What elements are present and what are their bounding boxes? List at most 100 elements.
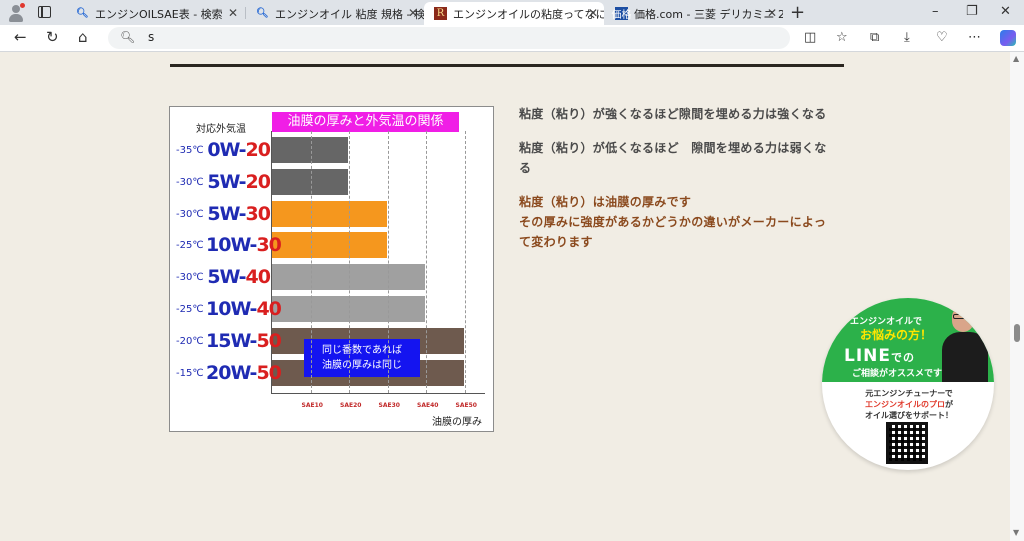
grade-viscosity: 30 [245, 202, 271, 225]
close-tab-icon[interactable]: ✕ [408, 6, 418, 20]
chart-temp-tick: -30℃ [176, 208, 204, 220]
chart-grade-label: 5W-40 [206, 266, 271, 289]
chart-x-tick: SAE50 [455, 402, 477, 409]
download-icon[interactable]: ⤓ [904, 30, 910, 45]
banner-recommend: ご相談がオススメです！ [852, 369, 952, 379]
performance-heart-icon[interactable]: ♡ [936, 30, 948, 45]
site-r-icon: R [434, 7, 447, 20]
chart-x-axis [271, 393, 485, 394]
favorites-star-icon[interactable]: ☆ [836, 30, 848, 45]
home-icon[interactable]: ⌂ [78, 28, 88, 46]
split-screen-icon[interactable]: ◫ [804, 30, 816, 45]
tab-actions-icon[interactable] [38, 6, 51, 18]
section-divider [170, 64, 844, 67]
tab-label: エンジンオイル 粘度 規格 - 検索 [275, 7, 424, 21]
chart-x-label: 油膜の厚み [432, 417, 482, 428]
browser-toolbar: ← ↻ ⌂ 🔍︎ s ◫ ☆ ⧉ ⤓ ♡ ⋯ [0, 25, 1024, 52]
page-scrollbar[interactable]: ▲ ▼ [1010, 52, 1024, 541]
paragraph-weak-viscosity: 粘度（粘り）が低くなるほど 隙間を埋める力は弱くな [519, 141, 827, 155]
chart-temp-tick: -25℃ [176, 240, 204, 252]
scroll-up-icon[interactable]: ▲ [1013, 54, 1019, 63]
banner-headline: お悩みの方！ [860, 328, 933, 342]
chart-note-line2: 油膜の厚みは同じ [322, 360, 402, 371]
grade-viscosity: 30 [256, 234, 281, 257]
grade-winter: 20W- [206, 361, 257, 384]
chart-grade-label: 10W-30 [206, 234, 282, 257]
grade-viscosity: 40 [256, 298, 281, 320]
chart-grade-label: 10W-40 [206, 298, 282, 320]
chart-temp-tick: -30℃ [176, 272, 204, 284]
close-window-icon[interactable]: ✕ [1000, 4, 1011, 19]
chart-gridline [426, 131, 427, 393]
close-tab-icon[interactable]: ✕ [767, 6, 777, 20]
search-icon: 🔍︎ [120, 30, 136, 44]
grade-winter: 15W- [206, 329, 257, 352]
scroll-down-icon[interactable]: ▼ [1013, 528, 1019, 537]
chart-gridline [349, 131, 350, 393]
tab-strip: 🔍︎ エンジンOILSAE表 - 検索 ✕ 🔍︎ エンジンオイル 粘度 規格 -… [0, 0, 1024, 25]
chart-gridline [310, 131, 312, 393]
more-menu-icon[interactable]: ⋯ [968, 30, 981, 45]
tab-viscosity-search[interactable]: 🔍︎ エンジンオイル 粘度 規格 - 検索 ✕ [246, 2, 424, 25]
tab-kakaku[interactable]: 価格 価格.com - 三菱 デリカミニ 2023年 ✕ [605, 2, 784, 25]
chart-temp-tick: -15℃ [176, 367, 204, 379]
tab-label: 価格.com - 三菱 デリカミニ 2023年 [634, 7, 783, 21]
chart-grade-label: 5W-30 [206, 202, 271, 225]
chart-grade-label: 20W-50 [206, 361, 282, 384]
search-icon: 🔍︎ [76, 8, 89, 19]
collections-icon[interactable]: ⧉ [870, 30, 879, 45]
banner-description: 元エンジンチューナーで エンジンオイルのプロが オイル選びをサポート！ [844, 388, 974, 421]
chart-title: 油膜の厚みと外気温の関係 [272, 112, 459, 132]
line-brand: LINE [844, 346, 891, 366]
banner-desc-line2: エンジンオイルのプロが [844, 399, 974, 410]
chart-temp-tick: -25℃ [176, 304, 204, 315]
tab-oil-article[interactable]: R エンジンオイルの粘度ってなに？正しい ✕ [424, 2, 604, 25]
close-tab-icon[interactable]: ✕ [228, 6, 238, 20]
profile-avatar-icon[interactable] [6, 3, 26, 23]
advisor-photo [940, 302, 990, 382]
grade-winter: 10W- [206, 234, 257, 257]
paragraph-maker-difference-end: て変わります [519, 235, 593, 249]
grade-viscosity: 20 [245, 139, 271, 161]
tab-sae-search[interactable]: 🔍︎ エンジンOILSAE表 - 検索 ✕ [66, 2, 244, 25]
grade-winter: 0W- [207, 139, 246, 161]
grade-winter: 5W- [207, 266, 246, 289]
restore-icon[interactable]: ❐ [966, 4, 978, 19]
banner-desc-line1: 元エンジンチューナーで [865, 389, 953, 398]
chart-bar [272, 232, 387, 259]
address-input[interactable]: s [148, 30, 154, 44]
chart-note: 同じ番数であれば 油膜の厚みは同じ [304, 339, 420, 377]
grade-viscosity: 40 [245, 266, 271, 289]
tab-label: エンジンOILSAE表 - 検索 [95, 7, 223, 21]
viscosity-chart: 対応外気温 油膜の厚みと外気温の関係 油膜の厚み 同じ番数であれば 油膜の厚みは… [169, 106, 494, 432]
minimize-icon[interactable]: – [932, 4, 939, 19]
banner-desc-rest: が [945, 400, 953, 409]
kakaku-icon: 価格 [612, 7, 632, 21]
close-tab-icon[interactable]: ✕ [588, 6, 598, 20]
chart-x-tick: SAE20 [340, 402, 362, 409]
paragraph-weak-viscosity-end: る [519, 161, 532, 175]
line-consult-banner[interactable]: エンジンオイルで お悩みの方！ LINEでの ご相談がオススメです！ 元エンジン… [822, 298, 994, 470]
banner-line-text: LINEでの [844, 346, 915, 366]
qr-code-icon[interactable] [886, 422, 928, 464]
paragraph-maker-difference: その厚みに強度があるかどうかの違いがメーカーによっ [519, 215, 827, 229]
chart-x-tick: SAE30 [378, 402, 400, 409]
chart-grade-label: 5W-20 [206, 171, 271, 193]
refresh-icon[interactable]: ↻ [46, 28, 59, 46]
grade-viscosity: 50 [256, 361, 281, 384]
chart-gridline [464, 131, 466, 393]
banner-desc-line3: オイル選びをサポート！ [865, 411, 953, 420]
chart-note-line1: 同じ番数であれば [322, 345, 402, 356]
back-arrow-icon[interactable]: ← [14, 28, 27, 46]
chart-gridline [387, 131, 389, 393]
scrollbar-thumb[interactable] [1014, 324, 1020, 342]
chart-x-tick: SAE10 [301, 402, 323, 409]
address-bar[interactable]: 🔍︎ s [108, 27, 790, 49]
chart-bar [272, 200, 387, 227]
chart-grade-label: 15W-50 [206, 329, 282, 352]
page-content: 対応外気温 油膜の厚みと外気温の関係 油膜の厚み 同じ番数であれば 油膜の厚みは… [0, 52, 1010, 541]
chart-temp-tick: -35℃ [176, 145, 204, 156]
new-tab-button[interactable]: + [790, 2, 805, 23]
chart-temp-tick: -20℃ [176, 335, 204, 347]
copilot-icon[interactable] [1000, 30, 1016, 46]
